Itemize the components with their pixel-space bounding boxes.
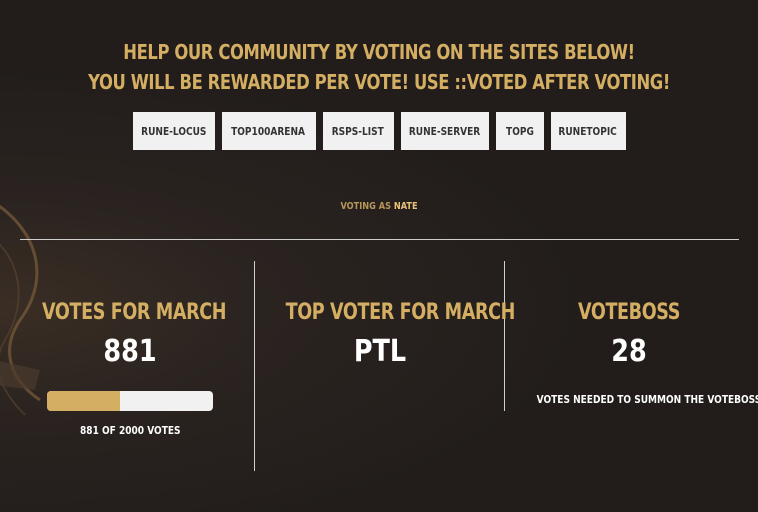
vote-site-button-runetopic[interactable]: RUNETOPIC [550,112,626,150]
monthly-votes-count: 881 [103,334,157,369]
top-voter-section: TOP VOTER FOR MARCH PTL [262,300,516,369]
monthly-votes-section: VOTES FOR MARCH 881 [20,300,240,369]
voteboss-section: VOTEBOSS 28 [512,300,746,369]
top-voter-name: PTL [353,334,407,369]
voting-username: NATE [393,201,418,212]
voteboss-caption: VOTES NEEDED TO SUMMON THE VOTEBOSS [536,393,758,406]
voting-as-label: VOTING AS NATE [0,201,758,212]
monthly-votes-progress-fill [47,391,121,411]
vote-site-button-rsps-list[interactable]: RSPS-LIST [322,112,394,150]
column-divider-1 [254,261,255,471]
headline-line-2: YOU WILL BE REWARDED PER VOTE! USE ::VOT… [88,70,670,94]
vote-panel: HELP OUR COMMUNITY BY VOTING ON THE SITE… [0,0,758,512]
vote-site-button-top100arena[interactable]: TOP100ARENA [221,112,316,150]
vote-site-button-rune-server[interactable]: RUNE-SERVER [400,112,489,150]
section-divider [20,239,739,240]
vote-site-button-topg[interactable]: TOPG [495,112,544,150]
monthly-votes-progress-text: 881 OF 2000 VOTES [79,424,181,437]
vote-site-button-rune-locus[interactable]: RUNE-LOCUS [132,112,215,150]
monthly-votes-title: VOTES FOR MARCH [42,300,227,325]
headline-line-1: HELP OUR COMMUNITY BY VOTING ON THE SITE… [123,40,635,64]
voteboss-title: VOTEBOSS [577,300,681,325]
voting-as-prefix: VOTING AS [340,201,391,212]
monthly-votes-progress-bar [47,391,213,411]
vote-sites-row: RUNE-LOCUS TOP100ARENA RSPS-LIST RUNE-SE… [0,112,758,150]
column-divider-2 [504,261,505,411]
top-voter-title: TOP VOTER FOR MARCH [285,300,516,325]
voteboss-votes-needed: 28 [611,334,647,369]
